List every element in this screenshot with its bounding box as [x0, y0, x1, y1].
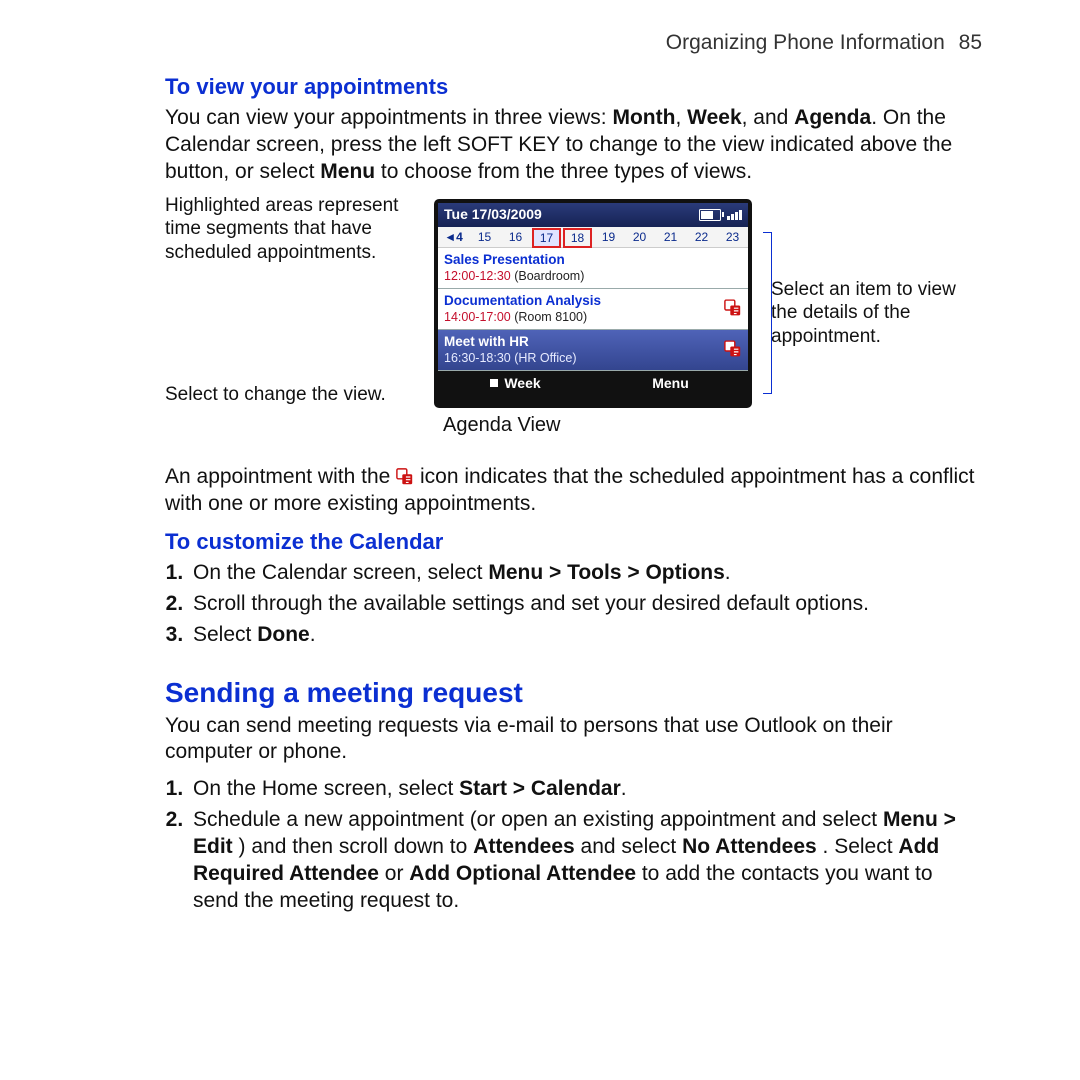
softkey-bar: Week Menu	[438, 371, 748, 395]
date-16[interactable]: 16	[500, 229, 531, 246]
para-views: You can view your appointments in three …	[165, 105, 982, 186]
callout-select-item: Select an item to view the details of th…	[771, 278, 982, 349]
date-19[interactable]: 19	[593, 229, 624, 246]
steps-meeting: On the Home screen, select Start > Calen…	[189, 776, 982, 914]
appt-title: Sales Presentation	[444, 251, 742, 268]
battery-icon	[699, 209, 721, 221]
conflict-icon	[396, 465, 414, 488]
step: Select Done.	[189, 622, 982, 649]
date-20[interactable]: 20	[624, 229, 655, 246]
agenda-diagram: Highlighted areas represent time segment…	[165, 200, 982, 407]
step: Scroll through the available settings an…	[189, 591, 982, 618]
date-22[interactable]: 22	[686, 229, 717, 246]
softkey-marker-icon	[490, 379, 498, 387]
appt-title: Documentation Analysis	[444, 292, 742, 309]
phone-screen: Tue 17/03/2009 ◄4 15 16 17 18 19 20 21 2…	[435, 200, 751, 407]
callout-change-view: Select to change the view.	[165, 383, 425, 407]
phone-date: Tue 17/03/2009	[444, 206, 542, 224]
step: On the Calendar screen, select Menu > To…	[189, 560, 982, 587]
annot-left: Highlighted areas represent time segment…	[165, 200, 425, 407]
date-17[interactable]: 17	[532, 228, 561, 248]
para-meeting-intro: You can send meeting requests via e-mail…	[165, 713, 982, 767]
date-prev-14[interactable]: ◄4	[438, 229, 469, 246]
appt-title: Meet with HR	[444, 333, 742, 350]
softkey-right[interactable]: Menu	[593, 375, 748, 393]
runhead-title: Organizing Phone Information	[666, 31, 945, 54]
running-header: Organizing Phone Information 85	[165, 30, 982, 57]
heading-view-appointments: To view your appointments	[165, 73, 982, 101]
step: On the Home screen, select Start > Calen…	[189, 776, 982, 803]
date-15[interactable]: 15	[469, 229, 500, 246]
conflict-icon	[724, 299, 742, 319]
callout-highlighted: Highlighted areas represent time segment…	[165, 194, 425, 265]
heading-customize: To customize the Calendar	[165, 528, 982, 556]
step: Schedule a new appointment (or open an e…	[189, 807, 982, 915]
appt-time: 14:00-17:00 (Room 8100)	[444, 309, 742, 325]
para-conflict: An appointment with the icon indicates t…	[165, 464, 982, 518]
page-number: 85	[959, 31, 982, 54]
softkey-left[interactable]: Week	[438, 375, 593, 393]
appt-documentation[interactable]: Documentation Analysis 14:00-17:00 (Room…	[438, 289, 748, 330]
appt-hr[interactable]: Meet with HR 16:30-18:30 (HR Office)	[438, 330, 748, 371]
annot-right: Select an item to view the details of th…	[765, 200, 982, 407]
date-23[interactable]: 23	[717, 229, 748, 246]
date-21[interactable]: 21	[655, 229, 686, 246]
date-18[interactable]: 18	[563, 228, 592, 248]
phone-titlebar: Tue 17/03/2009	[438, 203, 748, 227]
appt-time: 16:30-18:30 (HR Office)	[444, 350, 742, 366]
agenda-caption: Agenda View	[443, 413, 982, 439]
signal-icon	[727, 210, 742, 220]
heading-meeting-request: Sending a meeting request	[165, 675, 982, 711]
date-strip[interactable]: ◄4 15 16 17 18 19 20 21 22 23	[438, 227, 748, 248]
steps-customize: On the Calendar screen, select Menu > To…	[189, 560, 982, 649]
appt-sales[interactable]: Sales Presentation 12:00-12:30 (Boardroo…	[438, 248, 748, 289]
conflict-icon	[724, 341, 742, 361]
appt-time: 12:00-12:30 (Boardroom)	[444, 268, 742, 284]
